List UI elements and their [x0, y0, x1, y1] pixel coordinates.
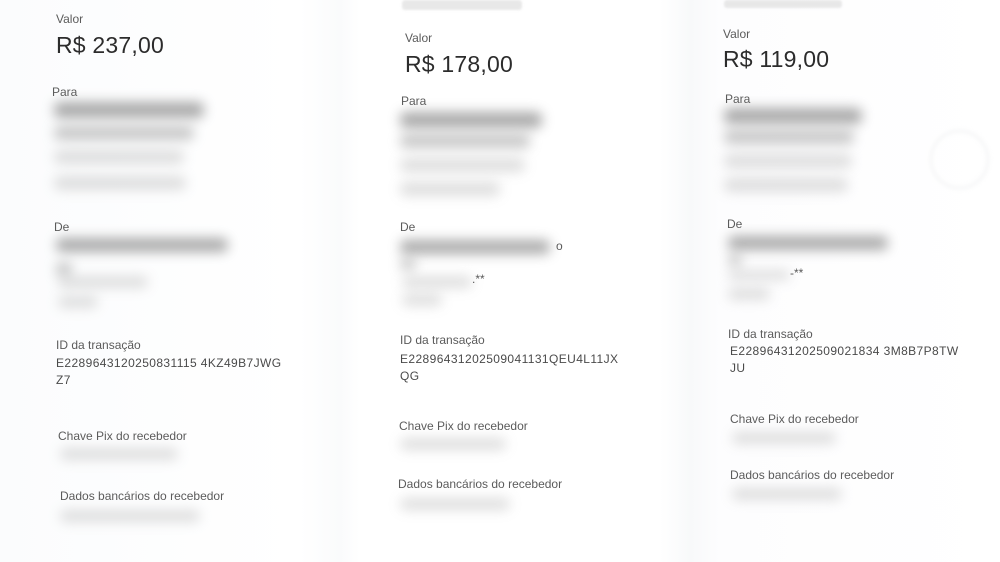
amount-value: R$ 178,00 — [405, 51, 513, 77]
transaction-id-value: E2289643120250831115 4KZ49B7JWG Z7 — [56, 355, 326, 389]
redacted-sender-bank — [58, 296, 98, 308]
redacted-sender-name — [728, 236, 888, 250]
receipt-3: Valor R$ 119,00 Para De -** ID da transa… — [720, 0, 1000, 562]
para-label: Para — [52, 85, 78, 99]
redacted-recipient-extra — [54, 176, 186, 190]
transaction-id-value: E22896431202509021834 3M8B7P8TW JU — [730, 343, 1000, 377]
chave-pix-label: Chave Pix do recebedor — [399, 419, 528, 433]
transaction-id-value: E22896431202509041131QEU4L11JX QG — [400, 351, 670, 385]
dados-bancarios-label: Dados bancários do recebedor — [730, 468, 895, 482]
receipt-1: Valor R$ 237,00 Para De ID da transação … — [50, 0, 340, 562]
transaction-id-line1: E22896431202509021834 3M8B7P8TW — [730, 344, 959, 358]
para-label: Para — [725, 92, 751, 106]
receipt-2: Valor R$ 178,00 Para De o .** ID da tran… — [396, 0, 676, 562]
redacted-date — [724, 0, 842, 8]
dados-bancarios-label: Dados bancários do recebedor — [60, 489, 225, 503]
redacted-recipient-doc — [400, 134, 530, 148]
redacted-dados-bancarios — [400, 498, 510, 510]
masked-doc-fragment: .** — [472, 272, 485, 286]
redacted-dados-bancarios — [60, 510, 200, 522]
redacted-sender-name — [56, 238, 228, 252]
redacted-sender-name — [400, 240, 550, 254]
transaction-id-label: ID da transação — [56, 338, 141, 352]
redacted-recipient-bank — [54, 150, 184, 164]
redacted-recipient-name — [54, 102, 204, 118]
dados-bancarios-label: Dados bancários do recebedor — [398, 477, 563, 491]
transaction-id-line2: JU — [730, 361, 746, 375]
redacted-chave-pix — [400, 438, 506, 450]
amount-value: R$ 119,00 — [723, 46, 830, 72]
redacted-recipient-doc — [54, 126, 194, 140]
para-label: Para — [401, 94, 427, 108]
redacted-recipient-name — [400, 112, 542, 128]
redacted-recipient-bank — [724, 154, 852, 168]
transaction-id-line2: Z7 — [56, 373, 71, 387]
chave-pix-label: Chave Pix do recebedor — [730, 412, 859, 426]
masked-doc-fragment: -** — [790, 266, 804, 280]
redacted-recipient-bank — [400, 158, 525, 172]
redacted-sender-bank — [728, 288, 770, 300]
redacted-date — [402, 0, 522, 10]
redacted-chave-pix — [732, 432, 836, 444]
transaction-id-line2: QG — [400, 369, 420, 383]
sender-name-fragment: o — [556, 239, 563, 253]
redacted-sender-bank — [402, 294, 442, 306]
transaction-id-line1: E22896431202509041131QEU4L11JX — [400, 352, 619, 366]
valor-label: Valor — [56, 12, 84, 26]
redacted-sender-doc2 — [728, 270, 790, 280]
redacted-sender-doc2 — [402, 276, 472, 288]
redacted-recipient-doc — [724, 130, 854, 144]
redacted-recipient-name — [724, 108, 862, 124]
redacted-sender-doc — [56, 262, 72, 276]
amount-value: R$ 237,00 — [56, 32, 164, 58]
redacted-sender-doc — [728, 254, 742, 266]
receipts-collage: Valor R$ 237,00 Para De ID da transação … — [0, 0, 1000, 562]
transaction-id-label: ID da transação — [728, 327, 813, 341]
valor-label: Valor — [405, 31, 433, 45]
redacted-recipient-extra — [400, 182, 500, 196]
redacted-sender-doc — [400, 258, 416, 270]
transaction-id-line1: E2289643120250831115 4KZ49B7JWG — [56, 356, 282, 370]
de-label: De — [727, 217, 743, 231]
redacted-recipient-extra — [724, 178, 848, 192]
redacted-sender-doc2 — [58, 276, 148, 288]
de-label: De — [400, 220, 416, 234]
transaction-id-label: ID da transação — [400, 333, 485, 347]
valor-label: Valor — [723, 27, 751, 41]
faded-circle-icon — [930, 130, 989, 189]
chave-pix-label: Chave Pix do recebedor — [58, 429, 187, 443]
redacted-dados-bancarios — [732, 488, 842, 500]
de-label: De — [54, 220, 70, 234]
redacted-chave-pix — [60, 448, 178, 460]
